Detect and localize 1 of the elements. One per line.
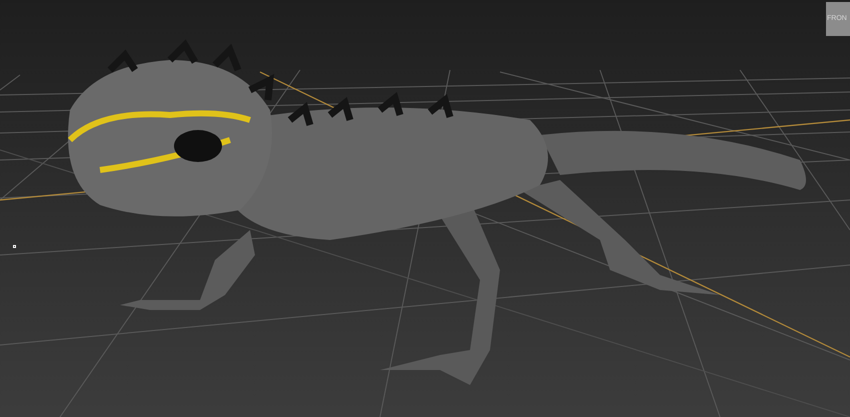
pivot-marker [13, 245, 16, 248]
